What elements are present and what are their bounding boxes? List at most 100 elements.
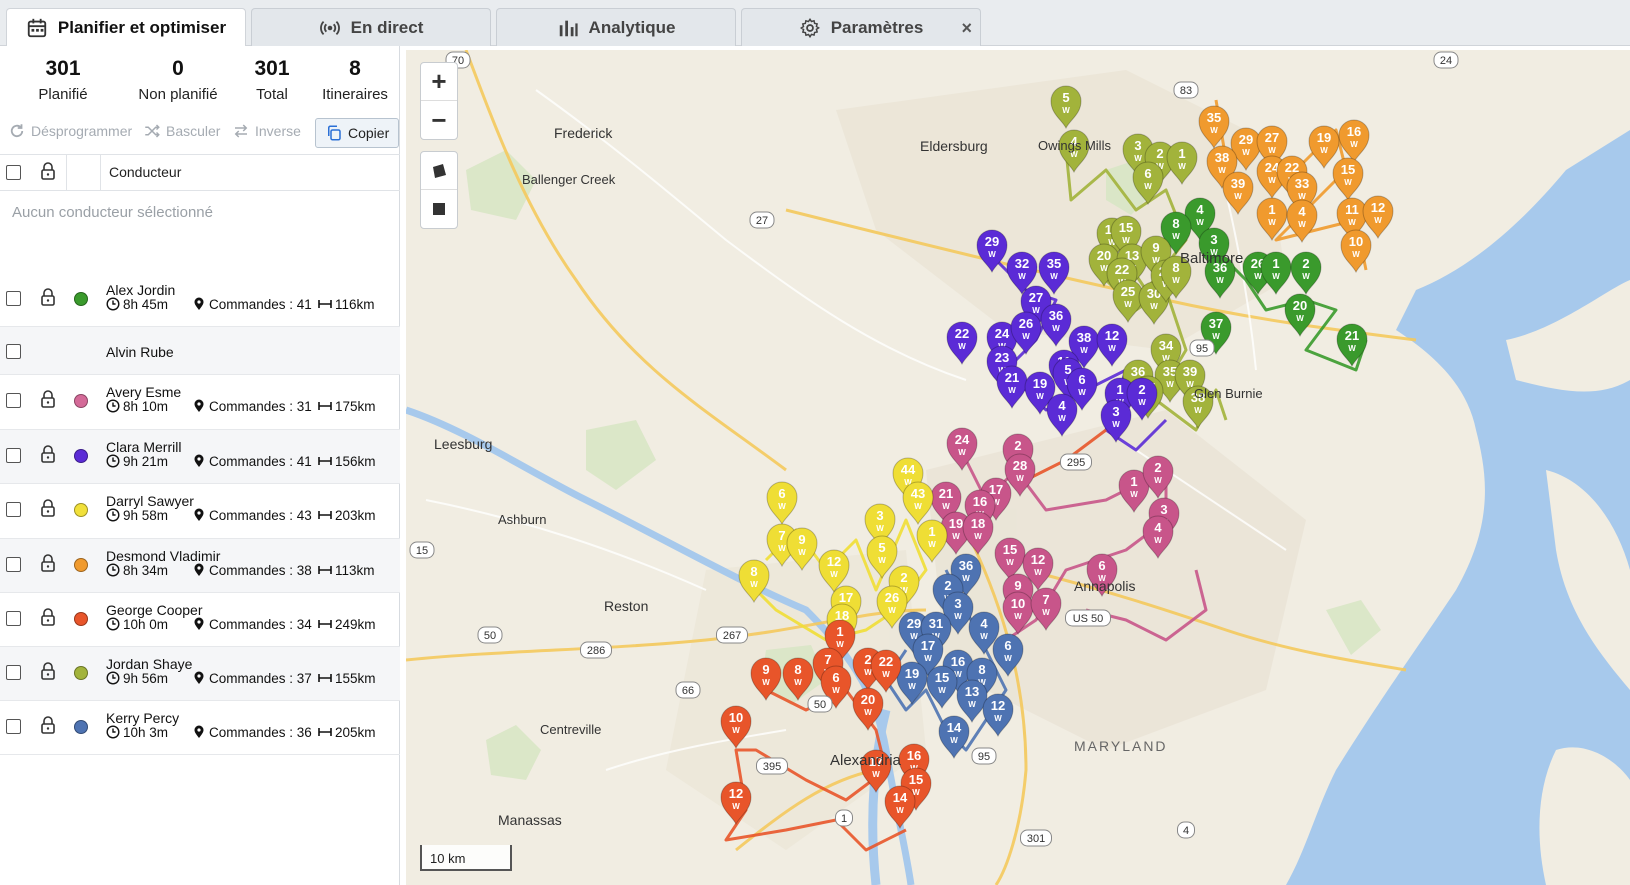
stop-marker[interactable]: 14W <box>938 715 970 760</box>
lock-icon[interactable] <box>40 499 56 517</box>
lock-icon[interactable] <box>40 662 56 680</box>
copy-label: Copier <box>348 125 390 141</box>
driver-orders: Commandes : 43 <box>192 508 312 523</box>
tab-live[interactable]: En direct <box>251 8 491 46</box>
svg-text:W: W <box>732 802 740 811</box>
stop-marker[interactable]: 19W <box>1308 125 1340 170</box>
driver-checkbox[interactable] <box>6 665 21 680</box>
stop-marker[interactable]: 39W <box>1222 171 1254 216</box>
toggle-button[interactable]: Basculer <box>143 122 220 140</box>
driver-row[interactable]: Avery Esme 8h 10m Commandes : 31 175km <box>0 375 400 430</box>
svg-text:W: W <box>1350 140 1358 149</box>
driver-row[interactable]: Jordan Shaye 9h 56m Commandes : 37 155km <box>0 647 400 701</box>
stop-marker[interactable]: 2W <box>1126 377 1158 422</box>
clock-icon <box>106 508 120 522</box>
stop-marker[interactable]: 20W <box>852 687 884 732</box>
lock-icon[interactable] <box>40 288 56 306</box>
stop-marker[interactable]: 12W <box>982 693 1014 738</box>
draw-rectangle-button[interactable] <box>421 190 457 228</box>
driver-row[interactable]: Desmond Vladimir 8h 34m Commandes : 38 113k… <box>0 539 400 593</box>
stop-marker[interactable]: 24W <box>946 427 978 472</box>
driver-checkbox[interactable] <box>6 448 21 463</box>
place-label: Ashburn <box>498 512 547 527</box>
route-map[interactable]: 5W4W3W2W1W6W35W29W38W27W19W16W24W22W15W3… <box>406 50 1630 885</box>
svg-text:W: W <box>994 714 1002 723</box>
driver-checkbox[interactable] <box>6 393 21 408</box>
tab-plan-optimize[interactable]: Planifier et optimiser <box>6 8 246 47</box>
stop-number: 14 <box>893 790 908 805</box>
stop-marker[interactable]: 3W <box>1100 399 1132 444</box>
draw-polygon-button[interactable] <box>421 152 457 190</box>
driver-row[interactable]: Kerry Percy 10h 3m Commandes : 36 205km <box>0 701 400 755</box>
unschedule-button[interactable]: Désprogrammer <box>8 122 132 140</box>
reverse-button[interactable]: Inverse <box>232 122 301 140</box>
zoom-out-button[interactable]: − <box>421 101 457 139</box>
driver-color-dot <box>74 449 88 463</box>
stop-marker[interactable]: 35W <box>1198 105 1230 150</box>
stop-marker[interactable]: 10W <box>1002 591 1034 636</box>
stop-marker[interactable]: 2W <box>1290 251 1322 296</box>
stop-marker[interactable]: 7W <box>1030 587 1062 632</box>
driver-checkbox[interactable] <box>6 719 21 734</box>
stop-marker[interactable]: 8W <box>738 559 770 604</box>
driver-row[interactable]: Alex Jordin 8h 45m Commandes : 41 116km <box>0 273 400 327</box>
driver-row[interactable]: George Cooper 10h 0m Commandes : 34 249km <box>0 593 400 647</box>
lock-icon[interactable] <box>40 608 56 626</box>
tab-settings[interactable]: Paramètres × <box>741 8 981 46</box>
stop-marker[interactable]: 12W <box>1096 323 1128 368</box>
zoom-in-button[interactable]: + <box>421 63 457 101</box>
stop-marker[interactable]: 12W <box>1362 195 1394 240</box>
stop-marker[interactable]: 1W <box>1166 141 1198 186</box>
stop-marker[interactable]: 19W <box>896 661 928 706</box>
stop-marker[interactable]: 6W <box>766 481 798 526</box>
stop-marker[interactable]: 22W <box>946 321 978 366</box>
stop-marker[interactable]: 4W <box>1142 515 1174 560</box>
stop-marker[interactable]: 5W <box>1050 85 1082 130</box>
stop-number: 6 <box>778 486 785 501</box>
stop-marker[interactable]: 13W <box>956 679 988 724</box>
lock-icon[interactable] <box>40 162 56 180</box>
driver-row[interactable]: Alvin Rube <box>0 327 400 375</box>
stop-marker[interactable]: 26W <box>1010 311 1042 356</box>
stop-marker[interactable]: 12W <box>720 781 752 826</box>
driver-checkbox[interactable] <box>6 344 21 359</box>
select-all-checkbox[interactable] <box>6 165 21 180</box>
stop-marker[interactable]: 14W <box>884 785 916 830</box>
close-icon[interactable]: × <box>961 18 972 39</box>
stop-number: 6 <box>1098 558 1105 573</box>
place-label: Ballenger Creek <box>522 172 616 187</box>
driver-row[interactable]: Darryl Sawyer 9h 58m Commandes : 43 203km <box>0 484 400 539</box>
stop-number: 21 <box>939 486 953 501</box>
stop-marker[interactable]: 10W <box>720 705 752 750</box>
stop-number: 26 <box>885 590 899 605</box>
driver-checkbox[interactable] <box>6 611 21 626</box>
lock-icon[interactable] <box>40 554 56 572</box>
copy-button[interactable]: Copier <box>315 118 400 148</box>
stop-marker[interactable]: 9W <box>786 527 818 572</box>
lock-icon[interactable] <box>40 390 56 408</box>
stop-marker[interactable]: 25W <box>1112 279 1144 324</box>
stop-marker[interactable]: 18W <box>962 511 994 556</box>
stop-marker[interactable]: 43W <box>902 481 934 526</box>
stop-marker[interactable]: 21W <box>1336 323 1368 368</box>
stop-number: 28 <box>1013 458 1027 473</box>
driver-checkbox[interactable] <box>6 557 21 572</box>
stop-marker[interactable]: 8W <box>782 657 814 702</box>
tab-label: En direct <box>350 17 424 37</box>
stop-marker[interactable]: 15W <box>1332 157 1364 202</box>
stop-marker[interactable]: 6W <box>1132 161 1164 206</box>
stop-marker[interactable]: 36W <box>1040 303 1072 348</box>
stop-marker[interactable]: 4W <box>1046 393 1078 438</box>
tab-analytics[interactable]: Analytique <box>496 8 736 46</box>
lock-icon[interactable] <box>40 445 56 463</box>
driver-row[interactable]: Clara Merrill 9h 21m Commandes : 41 156km <box>0 430 400 484</box>
lock-icon[interactable] <box>40 716 56 734</box>
svg-text:W: W <box>778 544 786 553</box>
driver-checkbox[interactable] <box>6 291 21 306</box>
duration-text: 8h 10m <box>123 398 169 414</box>
driver-checkbox[interactable] <box>6 502 21 517</box>
stop-marker[interactable]: 21W <box>996 365 1028 410</box>
stop-marker[interactable]: 22W <box>870 649 902 694</box>
stop-marker[interactable]: 20W <box>1284 293 1316 338</box>
stop-marker[interactable]: 1W <box>1260 251 1292 296</box>
